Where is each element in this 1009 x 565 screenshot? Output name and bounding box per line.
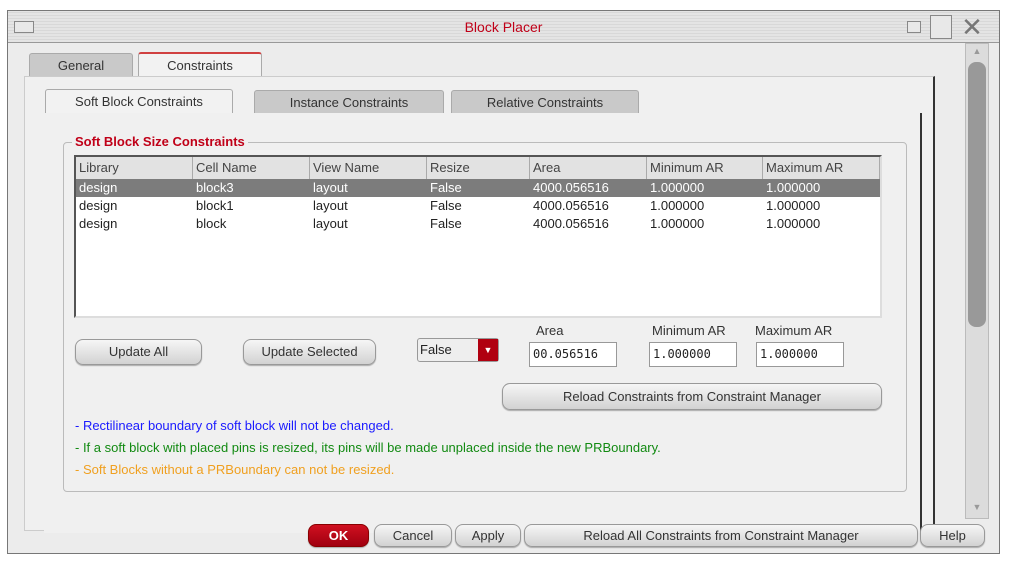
col-library[interactable]: Library <box>76 157 193 179</box>
table-cell: block <box>196 216 227 231</box>
table-cell: block1 <box>196 198 234 213</box>
table-row[interactable]: design block1 layout False 4000.056516 1.0000… <box>76 197 880 215</box>
chevron-down-icon[interactable]: ▼ <box>478 339 498 361</box>
reload-constraints-button[interactable]: Reload Constraints from Constraint Manag… <box>502 383 882 410</box>
max-ar-label: Maximum AR <box>755 323 833 338</box>
subtab-relative[interactable]: Relative Constraints <box>451 90 639 114</box>
table-row[interactable]: design block3 layout False 4000.056516 1.0000… <box>76 179 880 197</box>
col-area[interactable]: Area <box>530 157 647 179</box>
window-title: Block Placer <box>464 19 543 35</box>
update-all-button[interactable]: Update All <box>75 339 202 365</box>
min-ar-input[interactable]: 1.000000 <box>649 342 737 367</box>
table-cell: design <box>79 180 118 195</box>
apply-button[interactable]: Apply <box>455 524 521 547</box>
area-label: Area <box>536 323 564 338</box>
subtab-soft-block[interactable]: Soft Block Constraints <box>45 89 233 113</box>
block-placer-window: Block Placer ✕ General Constraints Soft … <box>7 10 1000 554</box>
table-cell: 1.000000 <box>766 216 821 231</box>
table-cell: 1.000000 <box>766 180 821 195</box>
table-cell: False <box>430 198 462 213</box>
table-cell: False <box>430 216 462 231</box>
note-rectilinear: - Rectilinear boundary of soft block wil… <box>75 418 394 433</box>
close-icon[interactable]: ✕ <box>958 13 986 41</box>
table-cell: 4000.056516 <box>533 180 609 195</box>
ok-button[interactable]: OK <box>308 524 369 547</box>
note-pins-unplaced: - If a soft block with placed pins is re… <box>75 440 661 455</box>
soft-block-table[interactable]: Library Cell Name View Name Resize Area … <box>74 155 882 318</box>
area-input[interactable]: 00.056516 <box>529 342 617 367</box>
table-cell: 1.000000 <box>650 198 705 213</box>
table-row[interactable]: design block layout False 4000.056516 1.00000… <box>76 215 880 233</box>
min-ar-label: Minimum AR <box>652 323 726 338</box>
table-header: Library Cell Name View Name Resize Area … <box>76 157 880 179</box>
group-title: Soft Block Size Constraints <box>72 134 248 149</box>
col-resize[interactable]: Resize <box>427 157 530 179</box>
tab-general[interactable]: General <box>29 53 133 77</box>
title-bar[interactable]: Block Placer ✕ <box>8 11 999 43</box>
scroll-down-icon[interactable]: ▼ <box>968 502 986 516</box>
table-cell: layout <box>313 198 348 213</box>
table-cell: 4000.056516 <box>533 216 609 231</box>
update-selected-button[interactable]: Update Selected <box>243 339 376 365</box>
scrollbar-thumb[interactable] <box>968 62 986 327</box>
table-cell: design <box>79 216 118 231</box>
minimize-button[interactable] <box>907 21 921 33</box>
table-cell: design <box>79 198 118 213</box>
table-cell: 1.000000 <box>650 216 705 231</box>
table-cell: 1.000000 <box>650 180 705 195</box>
table-cell: False <box>430 180 462 195</box>
help-button[interactable]: Help <box>920 524 985 547</box>
vertical-scrollbar[interactable]: ▲ ▼ <box>965 43 989 519</box>
max-ar-input[interactable]: 1.000000 <box>756 342 844 367</box>
table-cell: 4000.056516 <box>533 198 609 213</box>
table-cell: 1.000000 <box>766 198 821 213</box>
tab-constraints[interactable]: Constraints <box>138 52 262 77</box>
note-no-prboundary: - Soft Blocks without a PRBoundary can n… <box>75 462 395 477</box>
col-max-ar[interactable]: Maximum AR <box>763 157 880 179</box>
resize-select-value: False <box>420 342 452 357</box>
col-cell-name[interactable]: Cell Name <box>193 157 310 179</box>
table-cell: layout <box>313 216 348 231</box>
table-cell: block3 <box>196 180 234 195</box>
subtab-instance[interactable]: Instance Constraints <box>254 90 444 114</box>
col-min-ar[interactable]: Minimum AR <box>647 157 763 179</box>
reload-all-constraints-button[interactable]: Reload All Constraints from Constraint M… <box>524 524 918 547</box>
table-cell: layout <box>313 180 348 195</box>
maximize-button[interactable] <box>930 15 952 39</box>
cancel-button[interactable]: Cancel <box>374 524 452 547</box>
resize-select[interactable]: False ▼ <box>417 338 499 362</box>
scroll-up-icon[interactable]: ▲ <box>968 46 986 60</box>
col-view-name[interactable]: View Name <box>310 157 427 179</box>
